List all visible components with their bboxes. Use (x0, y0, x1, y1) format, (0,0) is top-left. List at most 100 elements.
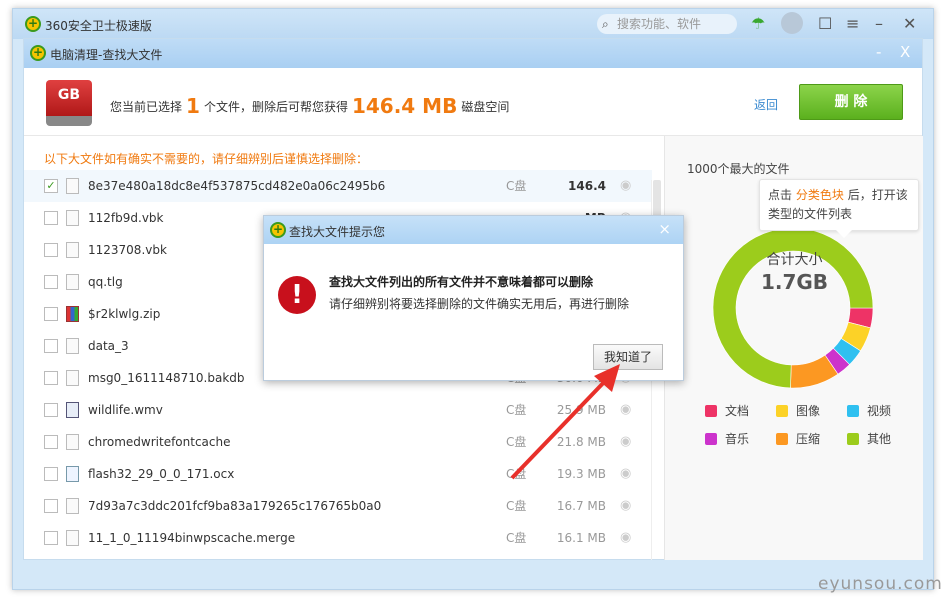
file-row[interactable]: 11_1_0_11194binwpscache.merge C盘 16.1 MB… (24, 522, 652, 554)
file-name: msg0_1611148710.bakdb (88, 371, 245, 385)
legend-item[interactable]: 图像 (776, 402, 820, 419)
menu-icon[interactable]: ≡ (846, 14, 859, 33)
preview-eye-icon[interactable]: ◉ (620, 522, 631, 554)
legend-swatch (847, 405, 859, 417)
summary-header: GB 您当前已选择 1 个文件，删除后可帮您获得 146.4 MB 磁盘空间 返回 删 … (24, 68, 922, 136)
file-name: 11_1_0_11194binwpscache.merge (88, 531, 296, 545)
app-title: 360安全卫士极速版 (45, 19, 152, 33)
total-value: 1.7GB (760, 270, 829, 294)
tip-highlight: 分类色块 (795, 188, 844, 202)
file-checkbox[interactable]: ✓ (44, 179, 58, 193)
legend-swatch (705, 405, 717, 417)
umbrella-icon[interactable]: ☂ (751, 14, 765, 33)
category-panel: 1000个最大的文件 点击 分类色块 后，打开该类型的文件列表 合计大小 1.7… (664, 136, 923, 560)
warning-dialog: + 查找大文件提示您 × ! 查找大文件列出的所有文件并不意味着都可以删除 请仔… (263, 215, 684, 381)
file-name: 112fb9d.vbk (88, 211, 164, 225)
selection-summary: 您当前已选择 1 个文件，删除后可帮您获得 146.4 MB 磁盘空间 (110, 94, 509, 118)
back-link[interactable]: 返回 (754, 96, 778, 113)
file-checkbox[interactable] (44, 531, 58, 545)
file-name: 7d93a7c3ddc201fcf9ba83a179265c176765b0a0 (88, 499, 382, 513)
file-name: $r2klwlg.zip (88, 307, 161, 321)
preview-eye-icon[interactable]: ◉ (620, 394, 631, 426)
file-checkbox[interactable] (44, 499, 58, 513)
warning-notice: 以下大文件如有确实不需要的，请仔细辨别后谨慎选择删除： (44, 152, 369, 166)
file-size: 16.7 MB (556, 499, 606, 513)
search-icon: ⌕ (602, 17, 609, 31)
360-logo-icon: + (30, 45, 46, 61)
selected-size: 146.4 MB (351, 94, 458, 118)
minimize-button[interactable]: - (876, 43, 881, 61)
file-checkbox[interactable] (44, 307, 58, 321)
file-checkbox[interactable] (44, 275, 58, 289)
file-name: wildlife.wmv (88, 403, 163, 417)
preview-eye-icon[interactable]: ◉ (620, 490, 631, 522)
file-file-icon (66, 242, 79, 258)
file-drive: C盘 (506, 435, 527, 449)
file-file-icon (66, 178, 79, 194)
file-row[interactable]: 7d93a7c3ddc201fcf9ba83a179265c176765b0a0… (24, 490, 652, 522)
total-label: 合计大小 (766, 252, 823, 268)
file-row[interactable]: ✓ 8e37e480a18dc8e4f537875cd482e0a06c2495… (24, 170, 652, 225)
file-size: 21.8 MB (556, 435, 606, 449)
hint-tooltip: 点击 分类色块 后，打开该类型的文件列表 (759, 179, 919, 238)
dialog-title: 查找大文件提示您 (289, 225, 386, 239)
legend-label: 文档 (725, 404, 750, 418)
search-input[interactable]: ⌕ 搜索功能、软件 (597, 14, 737, 34)
legend-item[interactable]: 压缩 (776, 430, 820, 447)
search-placeholder: 搜索功能、软件 (617, 17, 702, 31)
acknowledge-button[interactable]: 我知道了 (593, 344, 663, 370)
minimize-icon[interactable]: – (875, 14, 883, 33)
file-name: qq.tlg (88, 275, 123, 289)
file-checkbox[interactable] (44, 435, 58, 449)
legend-label: 音乐 (725, 432, 750, 446)
delete-button[interactable]: 删 除 (799, 84, 903, 120)
file-size: 19.3 MB (556, 467, 606, 481)
legend-label: 图像 (796, 404, 821, 418)
legend-swatch (776, 433, 788, 445)
gb-file-icon: GB (46, 80, 92, 126)
app-titlebar: + 360安全卫士极速版 ⌕ 搜索功能、软件 ☂ ☐ ≡ – ✕ (13, 9, 933, 39)
dialog-titlebar: + 查找大文件提示您 × (264, 216, 683, 244)
dialog-heading: 查找大文件列出的所有文件并不意味着都可以删除 (329, 275, 594, 289)
file-checkbox[interactable] (44, 243, 58, 257)
feedback-icon[interactable]: ☐ (818, 14, 832, 33)
360-logo-icon: + (270, 222, 286, 238)
file-checkbox[interactable] (44, 371, 58, 385)
legend-item[interactable]: 其他 (847, 430, 891, 447)
file-drive: C盘 (506, 403, 527, 417)
file-row[interactable]: chromedwritefontcache C盘 21.8 MB ◉ (24, 426, 652, 458)
preview-eye-icon[interactable]: ◉ (620, 458, 631, 490)
legend-swatch (776, 405, 788, 417)
file-row[interactable]: wildlife.wmv C盘 25.9 MB ◉ (24, 394, 652, 426)
cleanup-titlebar: + 电脑清理-查找大文件 - X (24, 39, 922, 68)
file-name: 8e37e480a18dc8e4f537875cd482e0a06c2495b6 (88, 179, 386, 193)
file-row[interactable]: flash32_29_0_0_171.ocx C盘 19.3 MB ◉ (24, 458, 652, 490)
file-checkbox[interactable] (44, 467, 58, 481)
preview-eye-icon[interactable]: ◉ (620, 426, 631, 458)
file-checkbox[interactable] (44, 211, 58, 225)
exclamation-icon: ! (278, 276, 316, 314)
preview-eye-icon[interactable]: ◉ (620, 170, 631, 202)
ocx-file-icon (66, 466, 79, 482)
close-icon[interactable]: ✕ (903, 14, 916, 33)
legend-swatch (705, 433, 717, 445)
file-file-icon (66, 498, 79, 514)
legend-label: 其他 (867, 432, 892, 446)
tip-text: 点击 (768, 188, 793, 202)
avatar[interactable] (781, 12, 803, 34)
legend-item[interactable]: 文档 (705, 402, 749, 419)
summary-middle: 个文件，删除后可帮您获得 (203, 100, 348, 114)
watermark: eyunsou.com (818, 574, 943, 594)
legend-item[interactable]: 视频 (847, 402, 891, 419)
file-checkbox[interactable] (44, 339, 58, 353)
file-checkbox[interactable] (44, 403, 58, 417)
vid-file-icon (66, 402, 79, 418)
close-button[interactable]: X (900, 43, 910, 61)
file-file-icon (66, 274, 79, 290)
dialog-close-button[interactable]: × (658, 220, 671, 238)
file-file-icon (66, 370, 79, 386)
file-size: 16.1 MB (556, 531, 606, 545)
selected-count: 1 (186, 94, 200, 118)
legend-item[interactable]: 音乐 (705, 430, 749, 447)
file-name: data_3 (88, 339, 129, 353)
